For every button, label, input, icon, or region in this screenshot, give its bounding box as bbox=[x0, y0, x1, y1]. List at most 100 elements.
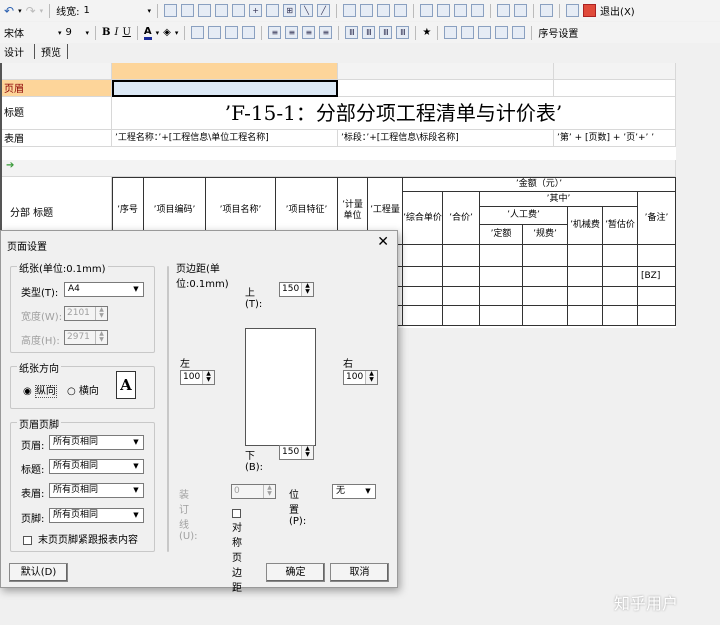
default-button[interactable]: 默认(D) bbox=[9, 563, 68, 582]
amount-header[interactable]: ’金额（元）’ bbox=[403, 177, 676, 192]
distribute-icon[interactable] bbox=[514, 4, 528, 17]
table-cell[interactable] bbox=[523, 245, 568, 267]
table-cell[interactable] bbox=[403, 245, 443, 267]
table-cell[interactable] bbox=[443, 245, 480, 267]
border-icon[interactable] bbox=[232, 4, 246, 17]
margin-left-input[interactable]: 100 ▲ ▼ bbox=[180, 370, 215, 385]
active-cell[interactable] bbox=[112, 80, 338, 97]
underline-button[interactable]: U bbox=[122, 27, 130, 38]
seq-setting-button[interactable]: 序号设置 bbox=[538, 25, 578, 40]
font-color-button[interactable]: A bbox=[143, 26, 152, 40]
table-cell[interactable] bbox=[638, 306, 676, 326]
table-cell[interactable] bbox=[443, 306, 480, 326]
hf-header-select[interactable]: 所有页相同 ▼ bbox=[49, 435, 144, 450]
table-cell[interactable] bbox=[638, 245, 676, 267]
table-cell[interactable] bbox=[403, 287, 443, 306]
column-header[interactable]: ’综合单价 bbox=[403, 192, 443, 245]
column-header[interactable]: ’合价’ bbox=[443, 192, 480, 245]
hf-footer-select[interactable]: 所有页相同 ▼ bbox=[49, 508, 144, 523]
paper-type-select[interactable]: A4 ▼ bbox=[64, 282, 144, 297]
column-header[interactable]: ’备注’ bbox=[638, 192, 676, 245]
column-header-selected[interactable] bbox=[112, 63, 338, 80]
print-preview-icon[interactable] bbox=[566, 4, 580, 17]
close-icon[interactable]: ✕ bbox=[377, 234, 389, 250]
format-icon[interactable] bbox=[208, 26, 222, 39]
table-cell[interactable] bbox=[523, 267, 568, 287]
merge-icon[interactable] bbox=[360, 4, 374, 17]
split-icon[interactable] bbox=[377, 4, 391, 17]
table-cell[interactable] bbox=[523, 287, 568, 306]
border-icon[interactable] bbox=[215, 4, 229, 17]
table-cell[interactable] bbox=[568, 306, 603, 326]
tool-icon[interactable] bbox=[461, 26, 475, 39]
exit-icon[interactable] bbox=[583, 4, 597, 17]
tab-design[interactable]: 设计 bbox=[4, 44, 24, 59]
margin-right-input[interactable]: 100 ▲ ▼ bbox=[343, 370, 378, 385]
fill-color-icon[interactable]: ◈ bbox=[163, 27, 171, 38]
table-cell[interactable] bbox=[480, 306, 523, 326]
margin-top-input[interactable]: 150 ▲ ▼ bbox=[279, 282, 314, 297]
align-left-icon[interactable]: ≡ bbox=[268, 26, 282, 39]
valign-icon[interactable]: Ⅲ bbox=[345, 26, 359, 39]
table-cell[interactable] bbox=[403, 306, 443, 326]
tool-icon[interactable] bbox=[478, 26, 492, 39]
border-icon[interactable] bbox=[266, 4, 280, 17]
column-header[interactable]: ’人工费’ bbox=[480, 207, 568, 225]
row-label-header[interactable]: 页眉 bbox=[2, 80, 112, 97]
column-header[interactable]: ’暂估价 bbox=[603, 207, 638, 245]
insert-col-icon[interactable] bbox=[454, 4, 468, 17]
table-cell[interactable] bbox=[603, 267, 638, 287]
format-icon[interactable] bbox=[225, 26, 239, 39]
split-icon[interactable] bbox=[394, 4, 408, 17]
position-select[interactable]: 无 ▼ bbox=[332, 484, 376, 499]
report-title[interactable]: ’F-15-1：分部分项工程清单与计价表’ bbox=[112, 97, 676, 130]
table-cell[interactable] bbox=[603, 245, 638, 267]
tab-preview[interactable]: 预览 bbox=[34, 44, 68, 59]
paper-width-input[interactable]: 2101 ▲ ▼ bbox=[64, 306, 108, 321]
font-select[interactable]: 宋体 bbox=[4, 25, 54, 40]
table-cell[interactable] bbox=[443, 287, 480, 306]
section-cell[interactable]: ’标段：’+[工程信息\标段名称] bbox=[338, 130, 554, 147]
hf-table-header-select[interactable]: 所有页相同 ▼ bbox=[49, 483, 144, 498]
table-cell[interactable] bbox=[568, 287, 603, 306]
table-cell[interactable] bbox=[603, 306, 638, 326]
valign-icon[interactable]: Ⅲ bbox=[396, 26, 410, 39]
line-width-select[interactable]: 1 bbox=[84, 5, 144, 16]
mirror-margins-checkbox[interactable]: 对称页边距 bbox=[232, 508, 247, 594]
tool-icon[interactable] bbox=[512, 26, 526, 39]
border-icon[interactable] bbox=[164, 4, 178, 17]
table-cell[interactable] bbox=[480, 287, 523, 306]
table-cell[interactable] bbox=[480, 245, 523, 267]
tool-icon[interactable] bbox=[444, 26, 458, 39]
column-header[interactable]: ’规费’ bbox=[523, 225, 568, 245]
ok-button[interactable]: 确定 bbox=[266, 563, 325, 582]
align-right-icon[interactable]: ≡ bbox=[319, 26, 333, 39]
tool-icon[interactable] bbox=[495, 26, 509, 39]
diagonal-icon[interactable]: ╲ bbox=[300, 4, 314, 17]
star-icon[interactable]: ★ bbox=[422, 27, 431, 38]
align-center-icon[interactable]: ≡ bbox=[302, 26, 316, 39]
table-icon[interactable] bbox=[540, 4, 554, 17]
table-cell[interactable] bbox=[480, 267, 523, 287]
portrait-radio[interactable]: ◉ 纵向 bbox=[23, 382, 57, 398]
undo-icon[interactable]: ↶ bbox=[4, 4, 14, 18]
border-cross-icon[interactable]: + bbox=[249, 4, 263, 17]
format-icon[interactable] bbox=[242, 26, 256, 39]
paper-height-input[interactable]: 2971 ▲ ▼ bbox=[64, 330, 108, 345]
of-which-header[interactable]: ’其中’ bbox=[480, 192, 638, 207]
gutter-input[interactable]: 0 ▲ ▼ bbox=[231, 484, 276, 499]
row-label-title[interactable]: 标题 bbox=[2, 97, 112, 130]
last-page-checkbox[interactable]: 末页页脚紧跟报表内容 bbox=[23, 531, 138, 546]
table-cell[interactable] bbox=[568, 245, 603, 267]
bold-button[interactable]: B bbox=[102, 27, 110, 38]
delete-col-icon[interactable] bbox=[471, 4, 485, 17]
exit-button[interactable]: 退出(X) bbox=[600, 3, 635, 18]
landscape-radio[interactable]: ○ 横向 bbox=[67, 382, 99, 397]
distribute-icon[interactable] bbox=[497, 4, 511, 17]
remark-field-cell[interactable]: [BZ] bbox=[638, 267, 676, 287]
row-label-table-header[interactable]: 表眉 bbox=[2, 130, 112, 147]
table-cell[interactable] bbox=[603, 287, 638, 306]
redo-icon[interactable]: ↷ bbox=[26, 4, 36, 18]
border-icon[interactable] bbox=[181, 4, 195, 17]
table-cell[interactable] bbox=[568, 267, 603, 287]
